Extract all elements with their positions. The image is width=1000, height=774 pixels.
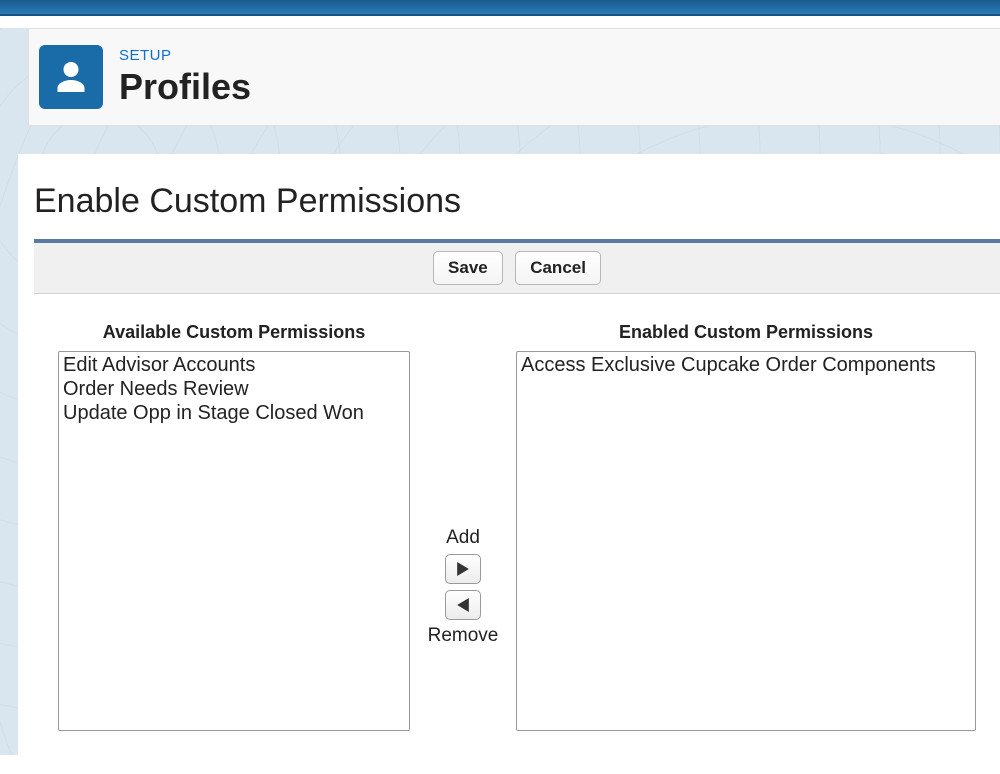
list-item[interactable]: Edit Advisor Accounts (61, 354, 407, 378)
list-item[interactable]: Order Needs Review (61, 378, 407, 402)
add-button[interactable] (445, 554, 481, 584)
breadcrumb: SETUP (119, 47, 251, 64)
app-topbar (0, 0, 1000, 16)
header-card: SETUP Profiles (28, 28, 1000, 126)
enabled-permissions-list[interactable]: Access Exclusive Cupcake Order Component… (516, 351, 976, 731)
list-item[interactable]: Access Exclusive Cupcake Order Component… (519, 354, 973, 378)
section-heading: Enable Custom Permissions (34, 182, 1000, 221)
available-column: Available Custom Permissions Edit Adviso… (58, 322, 410, 731)
cancel-button[interactable]: Cancel (515, 251, 601, 285)
content: Enable Custom Permissions Save Cancel Av… (18, 154, 1000, 755)
header-region: SETUP Profiles Enable Custom Permissions… (0, 28, 1000, 755)
transfer-controls: Add Remove (424, 322, 502, 731)
header-text: SETUP Profiles (119, 47, 251, 108)
remove-label: Remove (428, 625, 499, 647)
toolbar: Save Cancel (34, 243, 1000, 294)
list-item[interactable]: Update Opp in Stage Closed Won (61, 402, 407, 426)
add-label: Add (446, 527, 480, 549)
panel: Save Cancel Available Custom Permissions… (34, 239, 1000, 755)
available-title: Available Custom Permissions (103, 322, 365, 343)
save-button[interactable]: Save (433, 251, 503, 285)
enabled-column: Enabled Custom Permissions Access Exclus… (516, 322, 976, 731)
available-permissions-list[interactable]: Edit Advisor AccountsOrder Needs ReviewU… (58, 351, 410, 731)
enabled-title: Enabled Custom Permissions (619, 322, 873, 343)
page-title: Profiles (119, 66, 251, 108)
remove-button[interactable] (445, 590, 481, 620)
profiles-icon (39, 45, 103, 109)
dual-listbox: Available Custom Permissions Edit Adviso… (34, 294, 1000, 755)
